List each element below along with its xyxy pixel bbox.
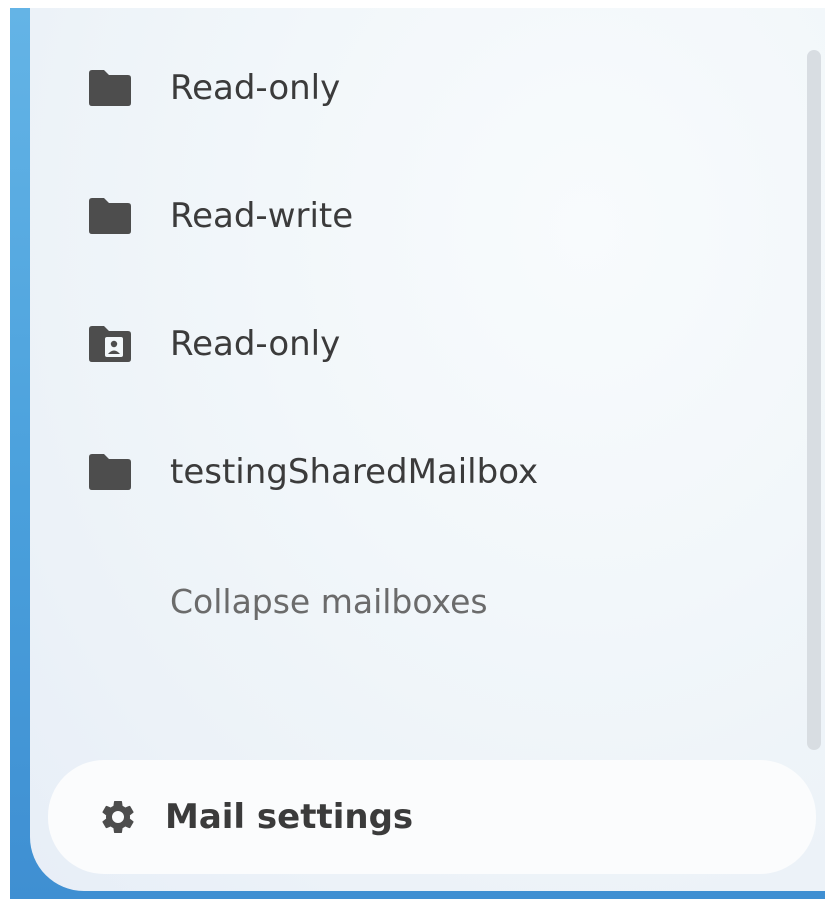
folder-icon xyxy=(87,196,133,236)
app-frame: Read-only Read-write Read-only testingSh… xyxy=(10,8,825,899)
scrollbar[interactable] xyxy=(807,50,821,750)
mail-settings-label: Mail settings xyxy=(165,797,414,837)
folder-icon xyxy=(87,68,133,108)
folder-label: Read-only xyxy=(170,68,341,108)
folder-label: testingSharedMailbox xyxy=(170,452,539,492)
gear-icon xyxy=(98,797,138,837)
folder-label: Read-write xyxy=(170,196,354,236)
folder-item-testing-shared-mailbox[interactable]: testingSharedMailbox xyxy=(30,408,810,536)
folder-item-read-only[interactable]: Read-only xyxy=(30,24,810,152)
collapse-mailboxes-link[interactable]: Collapse mailboxes xyxy=(170,582,488,621)
mail-settings-button[interactable]: Mail settings xyxy=(48,760,816,874)
folder-icon xyxy=(87,452,133,492)
folder-item-read-write[interactable]: Read-write xyxy=(30,152,810,280)
folder-item-shared-read-only[interactable]: Read-only xyxy=(30,280,810,408)
shared-folder-icon xyxy=(87,324,133,364)
folder-label: Read-only xyxy=(170,324,341,364)
mail-sidebar: Read-only Read-write Read-only testingSh… xyxy=(30,8,825,891)
folder-list: Read-only Read-write Read-only testingSh… xyxy=(30,24,810,536)
